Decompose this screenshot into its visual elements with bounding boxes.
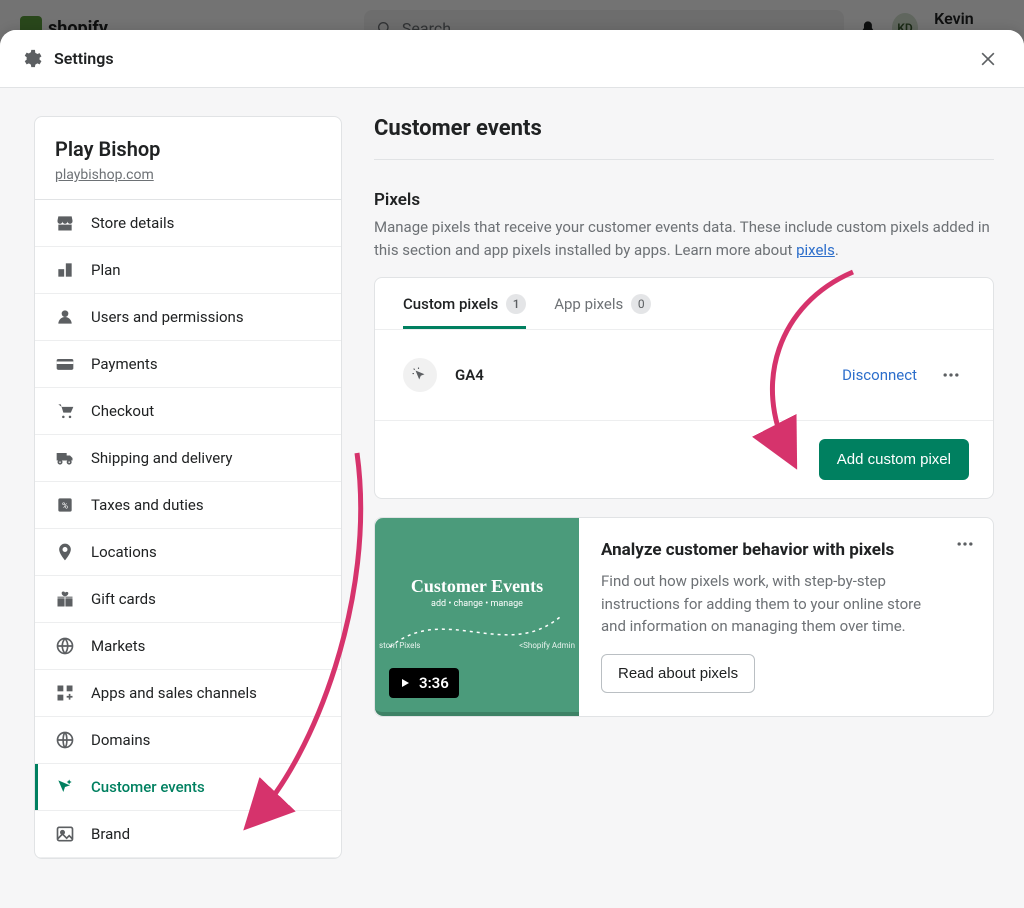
disconnect-link[interactable]: Disconnect <box>842 366 917 384</box>
sidebar-item-taxes[interactable]: % Taxes and duties <box>35 482 341 529</box>
add-custom-pixel-button[interactable]: Add custom pixel <box>819 439 969 480</box>
globe-grid-icon <box>55 636 75 656</box>
learn-card: Customer Events add • change • manage st… <box>374 517 994 717</box>
gift-icon <box>55 589 75 609</box>
dots-horizontal-icon <box>955 534 975 554</box>
sidebar-item-store-details[interactable]: Store details <box>35 200 341 247</box>
truck-icon <box>55 448 75 468</box>
tab-custom-pixels[interactable]: Custom pixels 1 <box>403 294 526 329</box>
pixels-learn-more-link[interactable]: pixels <box>796 241 835 259</box>
sidebar-item-label: Store details <box>91 214 174 232</box>
learn-card-desc: Find out how pixels work, with step-by-s… <box>601 570 943 638</box>
pixels-card: Custom pixels 1 App pixels 0 GA4 <box>374 277 994 499</box>
sidebar-item-payments[interactable]: Payments <box>35 341 341 388</box>
pixels-heading: Pixels <box>374 190 994 210</box>
learn-card-body: Analyze customer behavior with pixels Fi… <box>579 518 993 716</box>
gear-icon <box>20 48 42 70</box>
svg-text:%: % <box>62 501 68 511</box>
sidebar-item-locations[interactable]: Locations <box>35 529 341 576</box>
sidebar-item-plan[interactable]: Plan <box>35 247 341 294</box>
pixel-more-button[interactable] <box>937 361 965 389</box>
settings-modal: Settings Play Bishop playbishop.com Stor… <box>0 30 1024 908</box>
learn-card-title: Analyze customer behavior with pixels <box>601 540 943 560</box>
cursor-sparkle-icon <box>55 777 75 797</box>
sidebar-item-brand[interactable]: Brand <box>35 811 341 858</box>
close-button[interactable] <box>972 43 1004 75</box>
apps-icon <box>55 683 75 703</box>
sidebar-item-label: Users and permissions <box>91 308 244 326</box>
card-icon <box>55 354 75 374</box>
sidebar-item-domains[interactable]: Domains <box>35 717 341 764</box>
pixels-tabs: Custom pixels 1 App pixels 0 <box>375 278 993 329</box>
sidebar-item-label: Brand <box>91 825 130 843</box>
read-about-pixels-button[interactable]: Read about pixels <box>601 654 755 693</box>
sidebar-item-label: Markets <box>91 637 145 655</box>
video-duration-pill: 3:36 <box>389 668 459 698</box>
video-thumbnail[interactable]: Customer Events add • change • manage st… <box>375 518 579 716</box>
sidebar-item-label: Locations <box>91 543 157 561</box>
percent-icon: % <box>55 495 75 515</box>
settings-sidebar: Play Bishop playbishop.com Store details… <box>34 116 342 859</box>
sidebar-item-markets[interactable]: Markets <box>35 623 341 670</box>
settings-content: Customer events Pixels Manage pixels tha… <box>374 116 994 908</box>
tab-count: 0 <box>631 294 651 314</box>
pixels-section: Pixels Manage pixels that receive your c… <box>374 190 994 717</box>
tab-label: Custom pixels <box>403 295 498 313</box>
pixel-row: GA4 Disconnect <box>375 329 993 420</box>
page-title: Customer events <box>374 116 994 160</box>
close-icon <box>978 49 998 69</box>
sidebar-item-label: Customer events <box>91 778 205 796</box>
store-name: Play Bishop <box>55 137 321 161</box>
pixels-description: Manage pixels that receive your customer… <box>374 216 994 261</box>
pin-icon <box>55 542 75 562</box>
tab-count: 1 <box>506 294 526 314</box>
learn-card-more[interactable] <box>955 534 975 554</box>
store-header: Play Bishop playbishop.com <box>35 117 341 200</box>
sidebar-item-label: Plan <box>91 261 121 279</box>
thumb-title: Customer Events <box>375 518 579 599</box>
sidebar-item-label: Checkout <box>91 402 154 420</box>
sidebar-item-label: Payments <box>91 355 158 373</box>
user-icon <box>55 307 75 327</box>
modal-title: Settings <box>54 49 114 68</box>
cart-icon <box>55 401 75 421</box>
video-duration: 3:36 <box>419 674 449 692</box>
dots-horizontal-icon <box>941 365 961 385</box>
sidebar-item-label: Apps and sales channels <box>91 684 257 702</box>
sidebar-item-apps[interactable]: Apps and sales channels <box>35 670 341 717</box>
sidebar-item-label: Shipping and delivery <box>91 449 233 467</box>
cursor-click-icon <box>403 358 437 392</box>
sidebar-item-label: Domains <box>91 731 150 749</box>
sidebar-item-label: Gift cards <box>91 590 156 608</box>
globe-icon <box>55 730 75 750</box>
modal-header: Settings <box>0 30 1024 88</box>
tab-app-pixels[interactable]: App pixels 0 <box>554 294 651 329</box>
pixel-name[interactable]: GA4 <box>455 366 484 384</box>
sidebar-item-shipping[interactable]: Shipping and delivery <box>35 435 341 482</box>
sidebar-item-checkout[interactable]: Checkout <box>35 388 341 435</box>
sidebar-item-giftcards[interactable]: Gift cards <box>35 576 341 623</box>
sidebar-item-label: Taxes and duties <box>91 496 204 514</box>
tab-label: App pixels <box>554 295 623 313</box>
store-domain[interactable]: playbishop.com <box>55 167 321 183</box>
sidebar-item-users[interactable]: Users and permissions <box>35 294 341 341</box>
play-icon <box>399 677 411 689</box>
thumb-subtitle: add • change • manage <box>375 599 579 609</box>
plan-icon <box>55 260 75 280</box>
pixels-card-footer: Add custom pixel <box>375 420 993 498</box>
storefront-icon <box>55 213 75 233</box>
image-icon <box>55 824 75 844</box>
sidebar-item-customer-events[interactable]: Customer events <box>35 764 341 811</box>
